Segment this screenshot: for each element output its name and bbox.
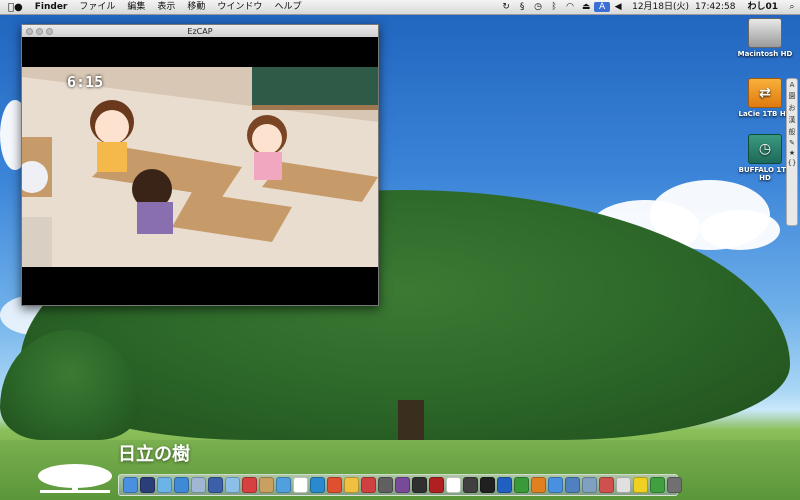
dock-app23-icon[interactable] xyxy=(497,477,512,493)
dock-app27-icon[interactable] xyxy=(565,477,580,493)
script-icon[interactable]: § xyxy=(514,2,530,12)
desktop-icon-macintosh-hd[interactable]: Macintosh HD xyxy=(735,18,795,58)
timemachine-drive-icon: ◷ xyxy=(748,134,782,164)
palette-item[interactable]: 園 xyxy=(789,91,796,101)
menu-help[interactable]: ヘルプ xyxy=(268,0,307,14)
volume-icon[interactable]: ◀ xyxy=(610,2,626,12)
dock-app7-icon[interactable] xyxy=(225,477,240,493)
dock-app13-icon[interactable] xyxy=(327,477,342,493)
dock-app26-icon[interactable] xyxy=(548,477,563,493)
wifi-icon[interactable]: ◠ xyxy=(562,2,578,12)
ezcap-window: EzCAP 6:15 xyxy=(21,24,379,306)
dock-app10-icon[interactable] xyxy=(276,477,291,493)
hitachi-tree-logo xyxy=(38,464,112,493)
timemachine-icon[interactable]: ◷ xyxy=(530,2,546,12)
hard-drive-icon xyxy=(748,18,782,48)
dock xyxy=(118,474,682,496)
dock-finder-icon[interactable] xyxy=(123,477,138,493)
dock-dashboard-icon[interactable] xyxy=(140,477,155,493)
palette-item[interactable]: A xyxy=(790,81,795,89)
menu-user[interactable]: わし01 xyxy=(741,0,784,14)
dock-safari-icon[interactable] xyxy=(174,477,189,493)
dock-app18-icon[interactable] xyxy=(412,477,427,493)
dock-app32-icon[interactable] xyxy=(650,477,665,493)
dock-app16-icon[interactable] xyxy=(378,477,393,493)
dock-app28-icon[interactable] xyxy=(582,477,597,493)
menu-time[interactable]: 17:42:58 xyxy=(695,0,741,14)
menu-bar: ● Finder ファイル 編集 表示 移動 ウインドウ ヘルプ ↻ § ◷ … xyxy=(0,0,800,15)
classroom-scene xyxy=(22,67,378,267)
sync-icon[interactable]: ↻ xyxy=(498,2,514,12)
window-titlebar[interactable]: EzCAP xyxy=(22,25,378,37)
dock-ical-icon[interactable] xyxy=(242,477,257,493)
dock-app30-icon[interactable] xyxy=(616,477,631,493)
dock-app25-icon[interactable] xyxy=(531,477,546,493)
input-method-icon[interactable]: A xyxy=(594,2,611,12)
dock-mail-icon[interactable] xyxy=(191,477,206,493)
menu-edit[interactable]: 編集 xyxy=(121,0,151,14)
dock-itunes-icon[interactable] xyxy=(157,477,172,493)
dock-trash-icon[interactable] xyxy=(667,477,682,493)
desktop-icon-label: Macintosh HD xyxy=(737,50,793,58)
input-palette[interactable]: A 園 お 漢 般 ✎ ★ {} xyxy=(786,78,798,226)
palette-brace-icon[interactable]: {} xyxy=(788,159,797,167)
dock-app15-icon[interactable] xyxy=(361,477,376,493)
dock-app19-icon[interactable] xyxy=(429,477,444,493)
dock-app17-icon[interactable] xyxy=(395,477,410,493)
palette-item[interactable]: 漢 xyxy=(789,115,796,125)
menu-go[interactable]: 移動 xyxy=(181,0,211,14)
dock-app22-icon[interactable] xyxy=(480,477,495,493)
dock-app21-icon[interactable] xyxy=(463,477,478,493)
eject-icon[interactable]: ⏏ xyxy=(578,2,594,12)
palette-item[interactable]: お xyxy=(789,103,796,113)
dock-app9-icon[interactable] xyxy=(259,477,274,493)
menu-view[interactable]: 表示 xyxy=(151,0,181,14)
dock-app20-icon[interactable] xyxy=(446,477,461,493)
palette-star-icon[interactable]: ★ xyxy=(789,149,795,157)
dock-app24-icon[interactable] xyxy=(514,477,529,493)
dock-app14-icon[interactable] xyxy=(344,477,359,493)
dock-app29-icon[interactable] xyxy=(599,477,614,493)
palette-item[interactable]: 般 xyxy=(789,127,796,137)
palette-pencil-icon[interactable]: ✎ xyxy=(789,139,795,147)
dock-app6-icon[interactable] xyxy=(208,477,223,493)
menu-app-finder[interactable]: Finder xyxy=(29,0,74,14)
video-frame: 6:15 xyxy=(22,67,378,267)
video-timestamp: 6:15 xyxy=(67,73,104,91)
dock-app31-icon[interactable] xyxy=(633,477,648,493)
menu-window[interactable]: ウインドウ xyxy=(211,0,268,14)
cloud xyxy=(700,210,780,250)
apple-menu-icon[interactable]: ● xyxy=(0,2,29,13)
menu-file[interactable]: ファイル xyxy=(73,0,121,14)
bluetooth-icon[interactable]: ᛒ xyxy=(546,2,562,12)
dock-app12-icon[interactable] xyxy=(310,477,325,493)
usb-drive-icon: ⇄ xyxy=(748,78,782,108)
window-title: EzCAP xyxy=(187,26,213,36)
menu-date[interactable]: 12月18日(火) xyxy=(626,0,695,14)
spotlight-search-icon[interactable]: ⌕ xyxy=(784,2,800,12)
brand-text: 日立の樹 xyxy=(118,444,190,465)
dock-app11-icon[interactable] xyxy=(293,477,308,493)
